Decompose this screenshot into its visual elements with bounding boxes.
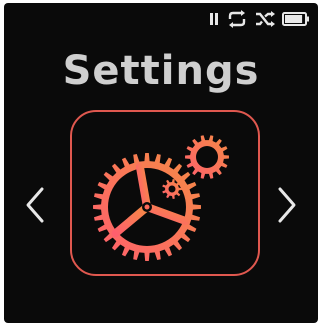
- tiny-gear-shape: [162, 179, 182, 199]
- page-title: Settings: [62, 48, 260, 94]
- small-gear-shape: [185, 135, 229, 179]
- pause-icon: [208, 11, 220, 27]
- chevron-left-icon: [24, 185, 46, 229]
- battery-level: [285, 15, 303, 23]
- chevron-right-icon: [276, 185, 298, 229]
- next-button[interactable]: [274, 186, 300, 228]
- gears-icon: [85, 121, 245, 265]
- previous-button[interactable]: [22, 186, 48, 228]
- settings-menu-tile[interactable]: [70, 110, 260, 276]
- repeat-icon: [226, 10, 248, 28]
- battery-icon: [282, 11, 310, 27]
- large-gear-shape: [93, 153, 201, 261]
- device-screen: Settings: [4, 3, 318, 323]
- shuffle-icon: [254, 10, 276, 28]
- status-bar: [208, 8, 310, 30]
